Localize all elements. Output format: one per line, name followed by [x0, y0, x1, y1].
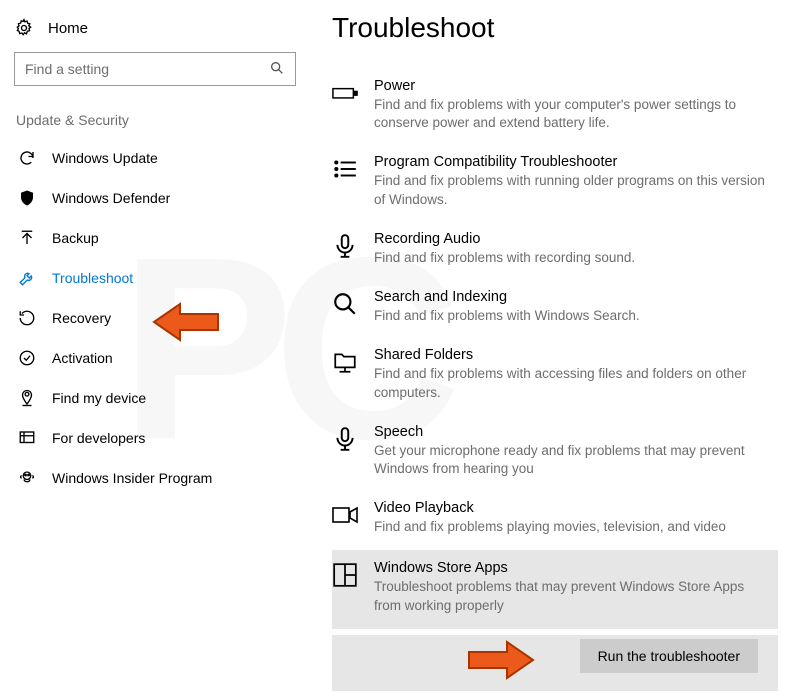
ts-title: Video Playback [374, 500, 768, 516]
run-troubleshooter-button[interactable]: Run the troubleshooter [580, 639, 758, 673]
location-icon [18, 389, 36, 407]
microphone-icon [332, 233, 358, 259]
recovery-icon [18, 309, 36, 327]
nav-label: Windows Insider Program [52, 470, 212, 486]
microphone-icon [332, 426, 358, 452]
ts-desc: Find and fix problems with running older… [374, 172, 768, 208]
nav-label: Recovery [52, 310, 111, 326]
nav-label: Find my device [52, 390, 146, 406]
home-label: Home [48, 20, 88, 37]
sidebar-item-backup[interactable]: Backup [14, 218, 300, 258]
troubleshooter-recording-audio[interactable]: Recording Audio Find and fix problems wi… [332, 223, 790, 275]
sidebar-item-windows-update[interactable]: Windows Update [14, 138, 300, 178]
main-panel: Troubleshoot Power Find and fix problems… [310, 0, 790, 698]
apps-icon [332, 562, 358, 588]
battery-icon [332, 80, 358, 106]
nav-label: Windows Update [52, 150, 158, 166]
sidebar-item-recovery[interactable]: Recovery [14, 298, 300, 338]
sidebar-item-troubleshoot[interactable]: Troubleshoot [14, 258, 300, 298]
developers-icon [18, 429, 36, 447]
sidebar-section-header: Update & Security [14, 112, 300, 138]
shield-icon [18, 189, 36, 207]
troubleshooter-shared-folders[interactable]: Shared Folders Find and fix problems wit… [332, 339, 790, 409]
troubleshooter-speech[interactable]: Speech Get your microphone ready and fix… [332, 416, 790, 486]
ts-title: Recording Audio [374, 231, 768, 247]
sync-icon [18, 149, 36, 167]
ts-title: Power [374, 78, 768, 94]
search-input[interactable] [14, 52, 296, 86]
sidebar-item-activation[interactable]: Activation [14, 338, 300, 378]
troubleshooter-search-indexing[interactable]: Search and Indexing Find and fix problem… [332, 281, 790, 333]
ts-desc: Find and fix problems with accessing fil… [374, 365, 768, 401]
video-icon [332, 502, 358, 528]
nav-label: Troubleshoot [52, 270, 133, 286]
ts-desc: Find and fix problems with Windows Searc… [374, 307, 768, 325]
magnifier-icon [332, 291, 358, 317]
troubleshooter-video-playback[interactable]: Video Playback Find and fix problems pla… [332, 492, 790, 544]
ts-title: Program Compatibility Troubleshooter [374, 154, 768, 170]
ts-desc: Find and fix problems playing movies, te… [374, 518, 768, 536]
troubleshooter-program-compat[interactable]: Program Compatibility Troubleshooter Fin… [332, 146, 790, 216]
ts-desc: Troubleshoot problems that may prevent W… [374, 578, 756, 614]
search-icon [269, 60, 285, 79]
sidebar-item-for-developers[interactable]: For developers [14, 418, 300, 458]
check-circle-icon [18, 349, 36, 367]
nav-label: Activation [52, 350, 113, 366]
troubleshooter-power[interactable]: Power Find and fix problems with your co… [332, 70, 790, 140]
ts-title: Speech [374, 424, 768, 440]
ts-title: Shared Folders [374, 347, 768, 363]
backup-icon [18, 229, 36, 247]
folder-network-icon [332, 349, 358, 375]
insider-icon [18, 469, 36, 487]
ts-desc: Get your microphone ready and fix proble… [374, 442, 768, 478]
ts-title: Windows Store Apps [374, 560, 756, 576]
nav-label: Backup [52, 230, 99, 246]
ts-desc: Find and fix problems with recording sou… [374, 249, 768, 267]
gear-icon [14, 18, 34, 38]
search-field[interactable] [25, 61, 269, 77]
run-row: Run the troubleshooter [332, 635, 778, 691]
troubleshooter-windows-store-apps[interactable]: Windows Store Apps Troubleshoot problems… [332, 550, 778, 628]
sidebar: Home Update & Security Windows Update Wi… [0, 0, 310, 698]
sidebar-item-windows-defender[interactable]: Windows Defender [14, 178, 300, 218]
list-icon [332, 156, 358, 182]
wrench-icon [18, 269, 36, 287]
sidebar-item-windows-insider[interactable]: Windows Insider Program [14, 458, 300, 498]
sidebar-item-find-my-device[interactable]: Find my device [14, 378, 300, 418]
ts-title: Search and Indexing [374, 289, 768, 305]
nav-label: For developers [52, 430, 145, 446]
nav-label: Windows Defender [52, 190, 170, 206]
ts-desc: Find and fix problems with your computer… [374, 96, 768, 132]
home-button[interactable]: Home [14, 12, 300, 52]
page-title: Troubleshoot [332, 12, 790, 44]
